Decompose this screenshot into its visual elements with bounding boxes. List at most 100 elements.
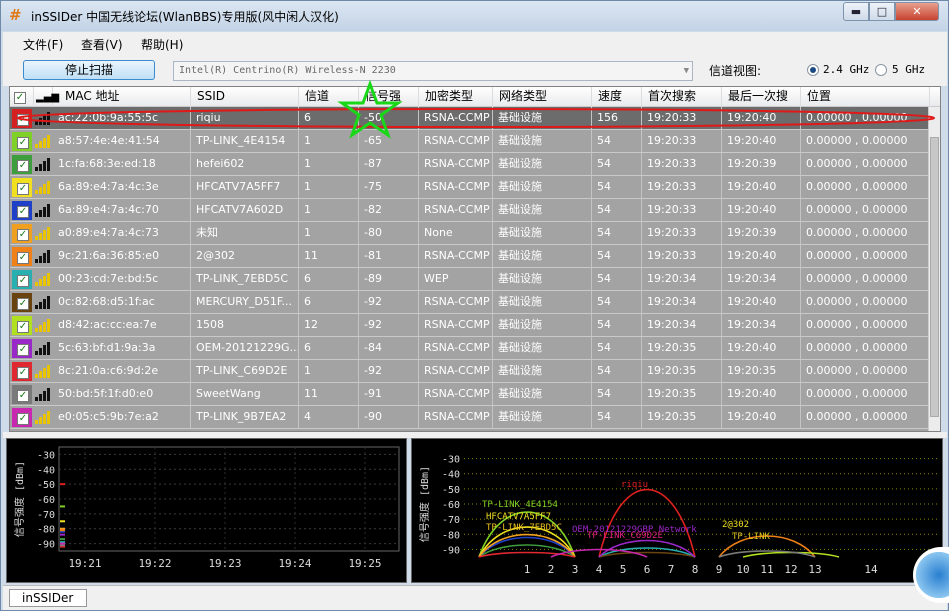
row-checkbox[interactable]: ✓ [17, 160, 29, 172]
row-checkbox[interactable]: ✓ [17, 298, 29, 310]
row-checkbox[interactable]: ✓ [17, 206, 29, 218]
close-button[interactable]: ✕ [895, 2, 939, 21]
row-color-chip: ✓ [10, 107, 34, 130]
row-checkbox[interactable]: ✓ [17, 252, 29, 264]
channel-graph: -30-40-50-60-70-80-901 2 3 4 5 6 7 8 9 10 11 12 13 14… [418, 451, 937, 576]
row-checkbox[interactable]: ✓ [17, 344, 29, 356]
status-tab[interactable]: inSSIDer [9, 589, 87, 607]
cell-channel: 1 [299, 360, 359, 382]
cell-first-seen: 19:20:33 [642, 176, 722, 198]
menu-help[interactable]: 帮助(H) [141, 36, 183, 53]
table-row[interactable]: ✓ d8:42:ac:cc:ea:7e 1508 12 -92 RSNA-CCMP 基础设施… [10, 314, 930, 337]
cell-network-type: 基础设施 [493, 153, 592, 175]
table-row[interactable]: ✓ 6a:89:e4:7a:4c:3e HFCATV7A5FF7 1 -75 RSNA-C… [10, 176, 930, 199]
cell-ssid: HFCATV7A602D [191, 199, 299, 221]
col-speed[interactable]: 速度 [592, 87, 642, 107]
x-tick-label: 5 [620, 563, 627, 576]
cell-channel: 12 [299, 314, 359, 336]
chevron-down-icon[interactable]: ▼ [684, 62, 689, 80]
menu-file[interactable]: 文件(F) [23, 36, 63, 53]
minimize-button[interactable]: ▬ [843, 2, 869, 21]
x-tick-label: 19:24 [278, 557, 311, 570]
toolbar: 停止扫描 Intel(R) Centrino(R) Wireless-N 223… [3, 54, 947, 86]
col-rssi[interactable]: 信号强 [359, 87, 419, 107]
row-color-chip: ✓ [10, 153, 34, 176]
band-24-radio[interactable] [807, 64, 819, 76]
hash-app-icon: # [9, 6, 22, 24]
vertical-scrollbar[interactable] [928, 107, 940, 431]
cell-last-seen: 19:20:40 [722, 107, 801, 129]
network-table: ✓ ▂▄▆ MAC 地址 SSID 信道 信号强 加密类型 网络类型 速度 首次… [9, 86, 941, 432]
cell-speed: 54 [592, 291, 642, 313]
table-row[interactable]: ✓ a8:57:4e:4e:41:54 TP-LINK_4E4154 1 -65 RSNA… [10, 130, 930, 153]
signal-strength-icon [35, 180, 53, 194]
y-tick-label: -90 [37, 540, 55, 551]
cell-first-seen: 19:20:33 [642, 153, 722, 175]
x-tick-label: 7 [668, 563, 675, 576]
cell-channel: 11 [299, 245, 359, 267]
cell-channel: 6 [299, 268, 359, 290]
row-checkbox[interactable]: ✓ [17, 114, 29, 126]
cell-mac: 5c:63:bf:d1:9a:3a [53, 337, 191, 359]
stop-scan-button[interactable]: 停止扫描 [23, 60, 155, 80]
row-checkbox[interactable]: ✓ [17, 229, 29, 241]
scrollbar-thumb[interactable] [930, 137, 939, 417]
row-checkbox[interactable]: ✓ [17, 390, 29, 402]
row-checkbox[interactable]: ✓ [17, 321, 29, 333]
cell-encryption: RSNA-CCMP [419, 291, 493, 313]
menu-view[interactable]: 查看(V) [81, 36, 123, 53]
cell-ssid: TP-LINK_C69D2E [191, 360, 299, 382]
table-row[interactable]: ✓ 5c:63:bf:d1:9a:3a OEM-20121229G... 6 -84 RS… [10, 337, 930, 360]
col-encryption[interactable]: 加密类型 [419, 87, 493, 107]
series-label: 2@302 [722, 520, 749, 530]
col-last-seen[interactable]: 最后一次搜 [722, 87, 801, 107]
signal-strength-icon [35, 111, 53, 125]
row-color-chip: ✓ [10, 222, 34, 245]
series-label: TP-LINK_4E4154 [482, 500, 558, 510]
row-checkbox[interactable]: ✓ [17, 183, 29, 195]
x-tick-label: 19:23 [208, 557, 241, 570]
time-graph: -30 -40 -50 -60 -70 -80 -90 19:21 19:22 19:23 19:2… [13, 446, 400, 570]
row-checkbox[interactable]: ✓ [17, 413, 29, 425]
x-tick-label: 13 [808, 563, 821, 576]
cell-speed: 156 [592, 107, 642, 129]
cell-encryption: RSNA-CCMP [419, 130, 493, 152]
table-row[interactable]: ✓ 50:bd:5f:1f:d0:e0 SweetWang 11 -91 RSNA-CCM… [10, 383, 930, 406]
cell-speed: 54 [592, 130, 642, 152]
col-channel[interactable]: 信道 [299, 87, 359, 107]
x-tick-label: 19:21 [68, 557, 101, 570]
series-label: TP-LINK_C69D2E [587, 531, 663, 541]
x-tick-label: 1 [524, 563, 531, 576]
table-row[interactable]: ✓ 6a:89:e4:7a:4c:70 HFCATV7A602D 1 -82 RSNA-C… [10, 199, 930, 222]
col-mac[interactable]: MAC 地址 [53, 87, 191, 107]
table-row[interactable]: ✓ ac:22:0b:9a:55:5c riqiu 6 -50 RSNA-CCMP 基础设施… [10, 107, 930, 130]
table-row[interactable]: ✓ 9c:21:6a:36:85:e0 2@302 11 -81 RSNA-CCMP 基础设… [10, 245, 930, 268]
table-row[interactable]: ✓ 8c:21:0a:c6:9d:2e TP-LINK_C69D2E 1 -92 RSNA… [10, 360, 930, 383]
cell-network-type: 基础设施 [493, 130, 592, 152]
band-5-radio[interactable] [875, 64, 887, 76]
table-row[interactable]: ✓ 00:23:cd:7e:bd:5c TP-LINK_7EBD5C 6 -89 WEP 基… [10, 268, 930, 291]
cell-network-type: 基础设施 [493, 383, 592, 405]
table-row[interactable]: ✓ 1c:fa:68:3e:ed:18 hefei602 1 -87 RSNA-CCMP 基… [10, 153, 930, 176]
col-location[interactable]: 位置 [801, 87, 930, 107]
row-checkbox[interactable]: ✓ [17, 367, 29, 379]
row-checkbox[interactable]: ✓ [17, 137, 29, 149]
select-all-checkbox[interactable]: ✓ [10, 87, 34, 107]
cell-ssid: HFCATV7A5FF7 [191, 176, 299, 198]
y-axis-label: 信号强度 [dBm] [13, 461, 26, 537]
table-row[interactable]: ✓ 0c:82:68:d5:1f:ac MERCURY_D51F... 6 -92 RSN… [10, 291, 930, 314]
cell-channel: 1 [299, 176, 359, 198]
table-row[interactable]: ✓ a0:89:e4:7a:4c:73 未知 1 -80 None 基础设施 54 19:20:… [10, 222, 930, 245]
row-checkbox[interactable]: ✓ [17, 275, 29, 287]
col-first-seen[interactable]: 首次搜索 [642, 87, 722, 107]
y-tick-label: -60 [37, 495, 55, 506]
cell-location: 0.00000 , 0.00000 [801, 406, 930, 428]
col-network-type[interactable]: 网络类型 [493, 87, 592, 107]
adapter-select[interactable]: Intel(R) Centrino(R) Wireless-N 2230 ▼ [173, 61, 693, 81]
row-color-chip: ✓ [10, 291, 34, 314]
cell-first-seen: 19:20:35 [642, 337, 722, 359]
table-row[interactable]: ✓ e0:05:c5:9b:7e:a2 TP-LINK_9B7EA2 4 -90 RSNA… [10, 406, 930, 429]
col-ssid[interactable]: SSID [191, 87, 299, 107]
maximize-button[interactable]: □ [869, 2, 895, 21]
cell-rssi: -89 [359, 268, 419, 290]
